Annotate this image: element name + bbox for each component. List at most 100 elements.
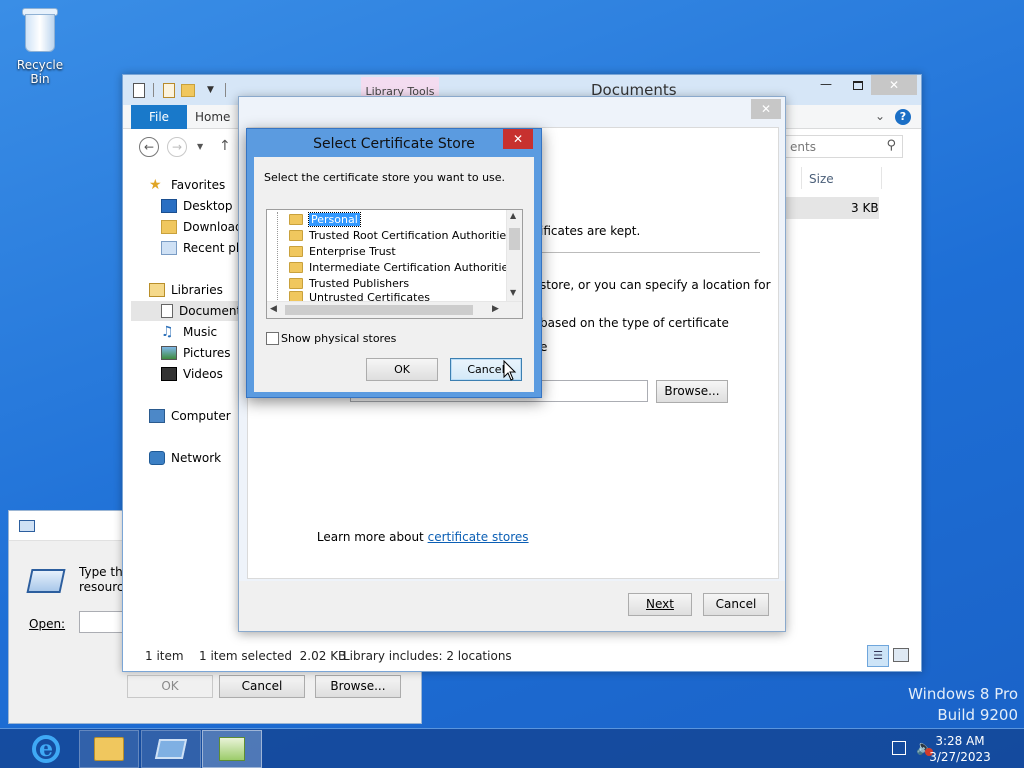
show-physical-stores-option[interactable]: Show physical stores [266,332,396,345]
wizard-browse-button[interactable]: Browse... [656,380,728,403]
maximize-icon [853,81,863,90]
select-certificate-store-dialog: Select Certificate Store ✕ Select the ce… [246,128,542,398]
store-item-label: Untrusted Certificates [309,291,430,301]
store-item-untrusted[interactable]: Untrusted Certificates [289,291,430,301]
desktop-icon [161,199,177,213]
store-tree[interactable]: Personal Trusted Root Certification Auth… [266,209,523,319]
quick-access-new-doc-icon[interactable] [163,83,175,98]
system-clock[interactable]: 3:28 AM 3/27/2023 [920,733,1000,765]
taskbar-certificate-wizard[interactable] [202,730,262,768]
up-button[interactable]: ↑ [219,138,231,154]
run-small-icon [19,520,35,532]
scroll-right-icon[interactable]: ▶ [492,304,499,314]
network-status-icon[interactable] [892,741,906,755]
status-bar: 1 item 1 item selected 2.02 KB Library i… [123,645,921,671]
quick-access-folder-icon[interactable] [181,84,195,97]
star-icon: ★ [149,177,162,193]
store-item-personal[interactable]: Personal [289,211,361,227]
nav-libraries[interactable]: Libraries [149,280,223,300]
nav-network-label: Network [171,451,222,465]
ribbon-expand-icon[interactable]: ⌄ [875,109,885,123]
store-item-trusted-root[interactable]: Trusted Root Certification Authorities [289,227,512,243]
nav-computer[interactable]: Computer [149,406,231,426]
wizard-text-store-location: store, or you can specify a location for [540,278,771,292]
taskbar-run[interactable] [141,730,201,768]
forward-button[interactable]: → [167,137,187,157]
nav-network[interactable]: Network [149,448,221,468]
folder-icon [289,229,303,241]
minimize-button[interactable]: — [813,77,839,97]
column-divider [801,167,802,189]
taskbar-file-explorer[interactable] [79,730,139,768]
run-cancel-button[interactable]: Cancel [219,675,305,698]
file-size-cell: 3 KB [851,201,879,215]
store-item-label: Trusted Publishers [309,276,410,290]
nav-favorites[interactable]: ★ Favorites [149,175,225,195]
quick-access-properties-icon[interactable] [133,83,145,98]
nav-downloads[interactable]: Downloads [161,217,249,237]
large-icons-view-button[interactable] [893,648,909,662]
wizard-next-button[interactable]: Next [628,593,692,616]
cert-dialog-close-button[interactable]: ✕ [503,129,533,149]
search-box[interactable]: ents ⚲ [781,135,903,158]
store-item-label: Enterprise Trust [309,244,396,258]
column-size-header[interactable]: Size [809,172,834,186]
store-item-label: Personal [308,211,361,227]
close-button[interactable]: ✕ [871,75,917,95]
scroll-thumb-horizontal[interactable] [285,305,473,315]
tab-file[interactable]: File [131,105,187,129]
wizard-close-button[interactable]: ✕ [751,99,781,119]
nav-documents[interactable]: Document [131,301,245,321]
taskbar-internet-explorer[interactable]: e [16,730,76,768]
nav-pictures[interactable]: Pictures [161,343,231,363]
cert-instruction: Select the certificate store you want to… [264,171,506,184]
recent-locations-icon[interactable]: ▼ [197,142,203,151]
recycle-bin-desktop-icon[interactable]: Recycle Bin [6,6,74,86]
store-item-enterprise-trust[interactable]: Enterprise Trust [289,243,396,259]
wizard-learn-more: Learn more about certificate stores [294,516,529,558]
scroll-thumb[interactable] [509,228,520,250]
scroll-down-icon[interactable]: ▼ [510,288,516,297]
learn-more-text: Learn more about [316,530,428,544]
help-icon[interactable]: ? [895,109,911,125]
tree-vertical-scrollbar[interactable]: ▲ ▼ [506,210,522,302]
recycle-bin-icon [20,6,60,54]
details-view-button[interactable]: ☰ [867,645,889,667]
recent-places-icon [161,241,177,255]
internet-explorer-icon: e [32,735,60,763]
wizard-cancel-button[interactable]: Cancel [703,593,769,616]
nav-desktop[interactable]: Desktop [161,196,233,216]
show-physical-stores-checkbox[interactable] [266,332,279,345]
show-physical-stores-label: Show physical stores [281,332,397,345]
wizard-footer: Next Cancel [239,581,785,631]
folder-icon [289,213,303,225]
file-explorer-icon [94,737,124,761]
computer-icon [149,409,165,423]
scroll-left-icon[interactable]: ◀ [270,304,277,314]
column-divider-2 [881,167,882,189]
nav-music-label: Music [183,325,218,339]
tab-home[interactable]: Home [195,110,230,124]
run-open-label: Open: [29,617,66,631]
back-button[interactable]: ← [139,137,159,157]
tree-horizontal-scrollbar[interactable]: ◀ ▶ [267,301,522,318]
certificate-stores-link[interactable]: certificate stores [428,530,529,544]
store-item-intermediate[interactable]: Intermediate Certification Authorities [289,259,514,275]
nav-music[interactable]: ♫ Music [161,322,217,342]
recycle-bin-label: Recycle Bin [16,58,64,86]
taskbar: e 🔈 3:28 AM 3/27/2023 [0,728,1024,768]
maximize-button[interactable] [845,77,871,97]
cert-ok-button[interactable]: OK [366,358,438,381]
nav-videos[interactable]: Videos [161,364,223,384]
certificate-wizard-icon [219,737,245,761]
nav-computer-label: Computer [171,409,231,423]
tree-line [277,212,278,302]
quick-access-dropdown-icon[interactable]: ▼ [207,85,214,95]
nav-favorites-label: Favorites [171,178,226,192]
run-ok-button[interactable]: OK [127,675,213,698]
run-browse-button[interactable]: Browse... [315,675,401,698]
store-item-trusted-publishers[interactable]: Trusted Publishers [289,275,409,291]
search-icon: ⚲ [886,138,896,153]
documents-icon [161,304,173,318]
scroll-up-icon[interactable]: ▲ [510,211,516,220]
